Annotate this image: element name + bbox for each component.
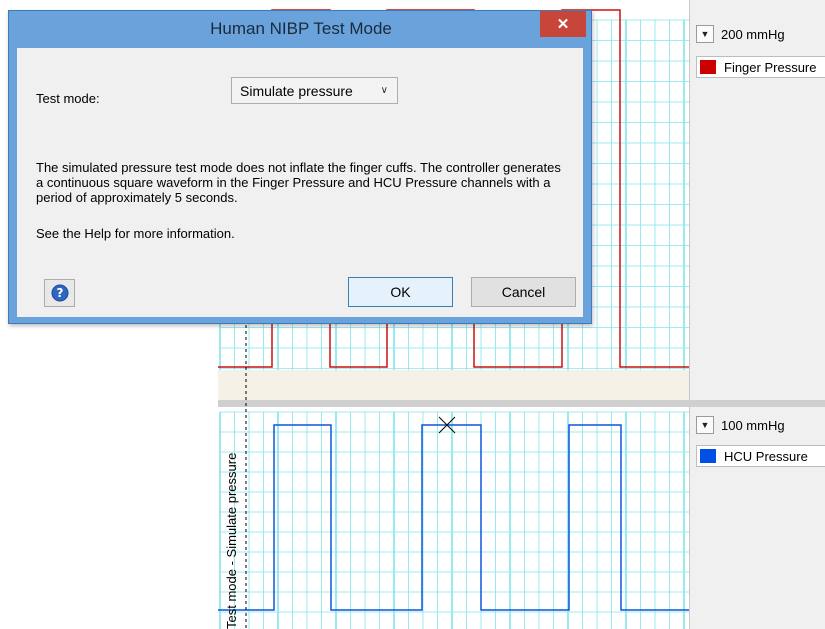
test-mode-label: Test mode:: [36, 91, 100, 106]
help-icon: ?: [51, 284, 68, 302]
hcu-scale-label: 100 mmHg: [721, 417, 785, 433]
dropdown-arrow-icon[interactable]: ▼: [696, 416, 714, 434]
dialog-title: Human NIBP Test Mode: [210, 19, 392, 38]
finger-channel-name: Finger Pressure: [724, 59, 817, 75]
test-mode-select[interactable]: Simulate pressure ∨: [231, 77, 398, 104]
hcu-grid: [219, 411, 689, 629]
hcu-pressure-waveform: [218, 424, 689, 611]
mode-description: The simulated pressure test mode does no…: [36, 160, 561, 205]
help-hint: See the Help for more information.: [36, 226, 235, 241]
finger-scale-label: 200 mmHg: [721, 26, 785, 42]
cancel-button[interactable]: Cancel: [471, 277, 576, 307]
chevron-down-icon: ∨: [380, 85, 388, 96]
finger-channel-title[interactable]: Finger Pressure: [696, 56, 825, 78]
hcu-scale-control[interactable]: ▼ 100 mmHg: [696, 415, 785, 435]
hcu-channel-title[interactable]: HCU Pressure: [696, 445, 825, 467]
ok-button[interactable]: OK: [348, 277, 453, 307]
channel-separator[interactable]: [218, 400, 825, 407]
hcu-color-swatch: [700, 449, 716, 463]
svg-text:?: ?: [56, 286, 63, 300]
finger-baseline-band: [218, 370, 689, 400]
test-mode-dialog: Human NIBP Test Mode ✕ Test mode: Simula…: [8, 10, 592, 324]
close-icon: ✕: [556, 16, 570, 33]
test-mode-value: Simulate pressure: [240, 82, 353, 99]
finger-scale-control[interactable]: ▼ 200 mmHg: [696, 24, 785, 44]
hcu-channel-panel: ▼ 100 mmHg HCU Pressure: [689, 407, 825, 629]
finger-color-swatch: [700, 60, 716, 74]
vertical-annotation: Test mode - Simulate pressure: [224, 452, 239, 629]
dropdown-arrow-icon[interactable]: ▼: [696, 25, 714, 43]
finger-channel-panel: ▼ 200 mmHg Finger Pressure: [689, 0, 825, 400]
help-button[interactable]: ?: [44, 279, 75, 307]
close-button[interactable]: ✕: [540, 11, 586, 37]
dialog-body: Test mode: Simulate pressure ∨ The simul…: [17, 48, 583, 317]
hcu-channel-name: HCU Pressure: [724, 448, 808, 464]
